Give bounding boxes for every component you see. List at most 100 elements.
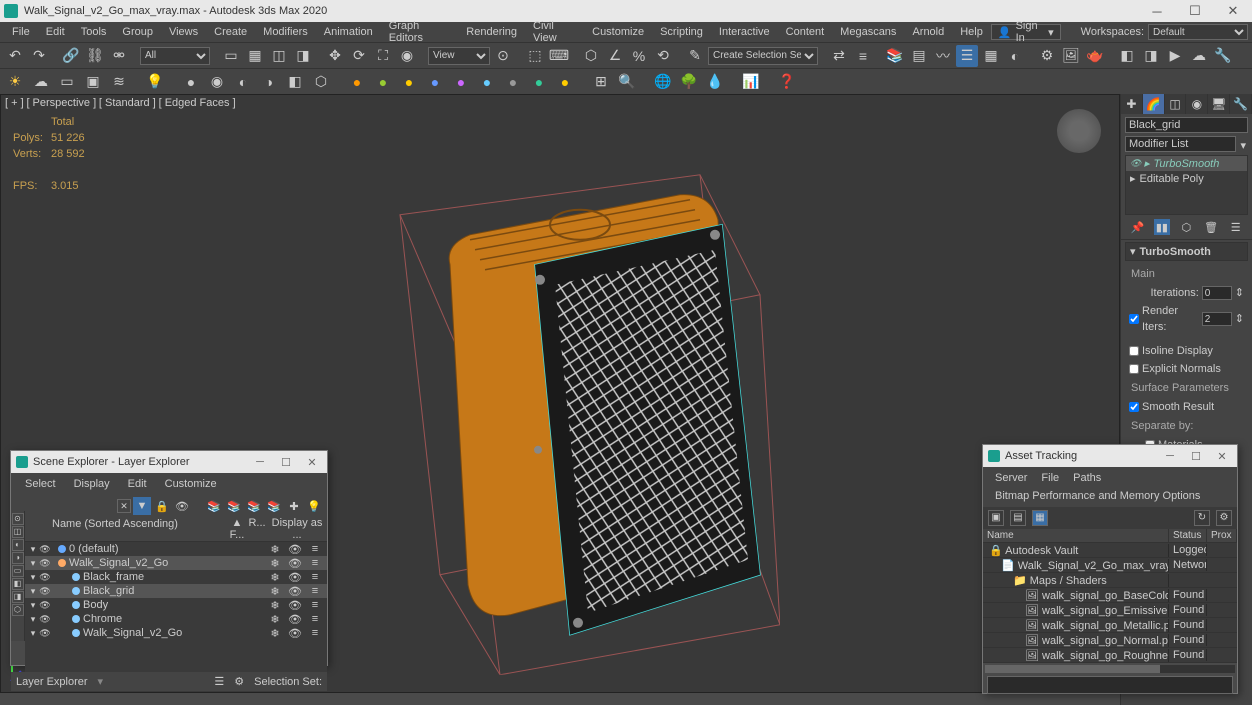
select-region-button[interactable]: ◫	[268, 45, 290, 67]
se-col-name[interactable]: Name (Sorted Ascending)	[49, 517, 227, 541]
menu-scripting[interactable]: Scripting	[652, 24, 711, 40]
explicit-check[interactable]	[1129, 364, 1139, 374]
menu-tools[interactable]: Tools	[73, 24, 115, 40]
at-menu-bitmap[interactable]: Bitmap Performance and Memory Options	[989, 488, 1206, 504]
at-selection-input[interactable]	[987, 676, 1233, 694]
se-menu-edit[interactable]: Edit	[120, 476, 155, 492]
se-side-8[interactable]: ⬡	[12, 604, 24, 616]
select-name-button[interactable]: ▦	[244, 45, 266, 67]
vray-ipr-button[interactable]: ▶	[1164, 45, 1186, 67]
se-col-r[interactable]: R...	[247, 517, 267, 541]
menu-help[interactable]: Help	[952, 24, 991, 40]
se-tree-row[interactable]: ▾👁Body❄👁≡	[25, 598, 327, 612]
se-menu-display[interactable]: Display	[66, 476, 118, 492]
se-tree[interactable]: ▾👁0 (default)❄👁≡▾👁Walk_Signal_v2_Go❄👁≡▾👁…	[25, 542, 327, 672]
stack-turbosmooth[interactable]: 👁▸TurboSmooth	[1126, 156, 1247, 171]
se-side-6[interactable]: ◧	[12, 578, 24, 590]
at-hscroll[interactable]	[985, 665, 1235, 673]
at-row[interactable]: 🔒 Autodesk VaultLogged...	[983, 543, 1237, 558]
vray-plane-icon[interactable]: ▭	[56, 71, 78, 93]
unique-button[interactable]: ⬡	[1178, 219, 1194, 235]
close-button[interactable]: ✕	[1218, 1, 1248, 21]
remove-mod-button[interactable]: 🗑	[1203, 219, 1219, 235]
curve-editor-button[interactable]: 〰	[932, 45, 954, 67]
angle-snap-button[interactable]: ∠	[604, 45, 626, 67]
scene-explorer-button[interactable]: ☰	[956, 45, 978, 67]
se-side-7[interactable]: ◨	[12, 591, 24, 603]
cp-motion-tab[interactable]: ◉	[1186, 94, 1208, 114]
at-menu-file[interactable]: File	[1035, 470, 1065, 486]
se-side-5[interactable]: ▭	[12, 565, 24, 577]
menu-content[interactable]: Content	[778, 24, 833, 40]
menu-megascans[interactable]: Megascans	[832, 24, 904, 40]
at-refresh-button[interactable]: ↻	[1194, 510, 1210, 526]
material-editor-button[interactable]: ◐	[1004, 45, 1026, 67]
menu-grapheditors[interactable]: Graph Editors	[381, 18, 459, 46]
menu-interactive[interactable]: Interactive	[711, 24, 778, 40]
se-clear-button[interactable]: ✕	[117, 499, 131, 513]
cp-hierarchy-tab[interactable]: ◫	[1165, 94, 1187, 114]
modifier-stack[interactable]: 👁▸TurboSmooth ▸Editable Poly	[1125, 155, 1248, 215]
se-layer4-button[interactable]: 📚	[265, 497, 283, 515]
rollout-turbosmooth[interactable]: ▾TurboSmooth	[1125, 242, 1248, 261]
cp-modify-tab[interactable]: 🌈	[1143, 94, 1165, 114]
minimize-button[interactable]: ─	[1142, 1, 1172, 21]
viewcube[interactable]	[1057, 109, 1101, 153]
se-tree-row[interactable]: ▾👁Chrome❄👁≡	[25, 612, 327, 626]
vray-button[interactable]: ◧	[1116, 45, 1138, 67]
sphere-icon[interactable]: ●	[180, 71, 202, 93]
sphere2-icon[interactable]: ◉	[206, 71, 228, 93]
se-light-button[interactable]: 💡	[305, 497, 323, 515]
se-menu-customize[interactable]: Customize	[157, 476, 225, 492]
se-side-1[interactable]: ⊙	[12, 513, 24, 525]
se-layer2-button[interactable]: 📚	[225, 497, 243, 515]
se-side-3[interactable]: ◐	[12, 539, 24, 551]
menu-create[interactable]: Create	[206, 24, 255, 40]
align-button[interactable]: ≡	[852, 45, 874, 67]
schematic-button[interactable]: ▦	[980, 45, 1002, 67]
mirror-button[interactable]: ⇄	[828, 45, 850, 67]
maximize-button[interactable]: ☐	[1180, 1, 1210, 21]
mat6-icon[interactable]: ●	[476, 71, 498, 93]
se-tree-row[interactable]: ▾👁0 (default)❄👁≡	[25, 542, 327, 556]
se-layer3-button[interactable]: 📚	[245, 497, 263, 515]
viewport-label[interactable]: [ + ] [ Perspective ] [ Standard ] [ Edg…	[5, 97, 236, 109]
at-row[interactable]: 🖼 walk_signal_go_BaseColor.pngFound	[983, 588, 1237, 603]
se-tree-row[interactable]: ▾👁Black_frame❄👁≡	[25, 570, 327, 584]
at-col-proxy[interactable]: Prox	[1207, 529, 1237, 542]
render-iters-input[interactable]	[1202, 312, 1232, 326]
panel-max-button[interactable]: ☐	[276, 456, 296, 469]
mat3-icon[interactable]: ●	[398, 71, 420, 93]
at-row[interactable]: 🖼 walk_signal_go_Metallic.pngFound	[983, 618, 1237, 633]
layer-button[interactable]: 📚	[884, 45, 906, 67]
percent-snap-button[interactable]: %	[628, 45, 650, 67]
pin-stack-button[interactable]: 📌	[1129, 219, 1145, 235]
menu-rendering[interactable]: Rendering	[458, 24, 525, 40]
configure-button[interactable]: ☰	[1228, 219, 1244, 235]
smooth-result-check[interactable]	[1129, 402, 1139, 412]
at-row[interactable]: 🖼 walk_signal_go_Emissive.pngFound	[983, 603, 1237, 618]
se-tree-row[interactable]: ▾👁Walk_Signal_v2_Go❄👁≡	[25, 626, 327, 640]
at-col-status[interactable]: Status	[1169, 529, 1207, 542]
at-tb-2[interactable]: ▤	[1010, 510, 1026, 526]
vray-fb-button[interactable]: ◨	[1140, 45, 1162, 67]
rotate-button[interactable]: ⟳	[348, 45, 370, 67]
lens-icon[interactable]: 🔍	[616, 71, 638, 93]
tree-icon[interactable]: 🌳	[678, 71, 700, 93]
se-filter-button[interactable]: ▼	[133, 497, 151, 515]
se-side-4[interactable]: ◑	[12, 552, 24, 564]
se-side-2[interactable]: ◫	[12, 526, 24, 538]
render-setup-button[interactable]: ⚙	[1036, 45, 1058, 67]
se-eye-button[interactable]: 👁	[173, 497, 191, 515]
chart-icon[interactable]: 📊	[740, 71, 762, 93]
panel-close-button[interactable]: ✕	[302, 456, 322, 469]
at-menu-paths[interactable]: Paths	[1067, 470, 1107, 486]
vray-sun-icon[interactable]: ☀	[4, 71, 26, 93]
vray-sky-icon[interactable]: ☁	[30, 71, 52, 93]
se-col-d[interactable]: Display as ...	[267, 517, 327, 541]
vray-tools-button[interactable]: 🔧	[1212, 45, 1234, 67]
at-settings-button[interactable]: ⚙	[1216, 510, 1232, 526]
panel-min-button[interactable]: ─	[1160, 450, 1180, 463]
window-crossing-button[interactable]: ◨	[292, 45, 314, 67]
chevron-down-icon[interactable]: ▾	[1240, 139, 1252, 152]
